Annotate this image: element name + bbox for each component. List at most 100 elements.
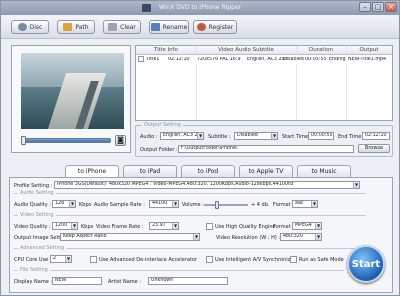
video-setting-legend: Video Setting xyxy=(18,212,56,218)
audio-format-label: Format : xyxy=(273,202,294,208)
col-video-audio-subtitle: Video Audio Subtitle xyxy=(218,47,274,53)
audio-quality-select[interactable]: 128 ▼ xyxy=(52,200,76,208)
frame-rate-select[interactable]: 23.97 ▼ xyxy=(149,222,179,230)
row-duration: 00:05:55 xyxy=(305,57,327,62)
seek-bar[interactable] xyxy=(21,138,111,143)
artist-name-input[interactable]: Unknown xyxy=(148,277,228,285)
clear-button[interactable]: Clear xyxy=(103,20,141,34)
end-time-input[interactable]: 02:12:10 xyxy=(362,132,390,140)
window-title: WinX DVD to iPhone Ripper xyxy=(158,4,242,11)
col-title-info: Title Info xyxy=(154,47,178,53)
row-checkbox[interactable] xyxy=(138,56,144,62)
tab-apple-tv[interactable]: to Apple TV xyxy=(239,165,293,177)
profile-label: Profile Setting : xyxy=(14,183,53,189)
sample-rate-select[interactable]: 44100 ▼ xyxy=(149,200,179,208)
path-label: Path xyxy=(75,23,89,31)
profile-tabs: to iPhone to iPad to iPod to Apple TV to… xyxy=(65,165,355,178)
frame-rate-label: Video Frame Rate : xyxy=(96,224,144,230)
safe-mode-label: Run as Safe Mode xyxy=(299,257,344,263)
volume-slider[interactable] xyxy=(204,204,248,206)
seek-thumb[interactable] xyxy=(21,136,26,145)
profile-value: iPhone 3GS(Default): 480x320 MPEG4 : Vid… xyxy=(57,182,294,187)
row-time: 02:12:10 xyxy=(168,57,190,62)
video-kbps-unit: Kbps xyxy=(81,224,94,230)
row-output: NEW-Title1.mp4 xyxy=(348,57,387,62)
app-window: WinX DVD to iPhone Ripper – □ × Disc Pat… xyxy=(0,0,400,296)
close-button[interactable]: × xyxy=(385,2,397,12)
table-row[interactable]: Title1 02:12:10 720x576 PAL 16:9 English… xyxy=(136,56,392,64)
row-subtitle: Disabled xyxy=(283,57,304,62)
sample-rate-label: Audio Sample Rate : xyxy=(94,202,145,208)
row-video: 720x576 PAL 16:9 xyxy=(197,57,241,62)
audio-format-select[interactable]: aac ▼ xyxy=(292,200,318,208)
volume-thumb[interactable] xyxy=(215,201,219,209)
start-time-label: Start Time : xyxy=(282,134,312,140)
safe-mode-checkbox[interactable] xyxy=(290,256,297,263)
audio-setting-legend: Audio Setting xyxy=(18,190,56,196)
video-format-label: Format : xyxy=(273,224,294,230)
cpu-core-label: CPU Core Use : xyxy=(14,257,52,263)
audio-quality-value: 128 xyxy=(55,201,65,206)
path-button[interactable]: Path xyxy=(57,20,95,34)
tab-ipad[interactable]: to iPad xyxy=(123,165,177,177)
av-sync-checkbox[interactable] xyxy=(206,256,213,263)
deinterlace-checkbox[interactable] xyxy=(90,256,97,263)
resolution-select[interactable]: 480:320 ▼ xyxy=(280,233,322,241)
disc-label: Disc xyxy=(29,23,43,31)
register-icon xyxy=(196,23,206,31)
audio-track-select[interactable]: English, AC3 2ch ▼ xyxy=(160,132,204,140)
subtitle-value: Disabled xyxy=(237,133,258,138)
col-duration: Duration xyxy=(309,47,333,53)
video-format-select[interactable]: MPEG4 ▼ xyxy=(292,222,322,230)
tab-ipod[interactable]: to iPod xyxy=(181,165,235,177)
pencil-icon xyxy=(150,23,160,31)
audio-kbps-unit: Kbps xyxy=(79,202,92,208)
output-folder-input[interactable]: F:\OutputFolder\iPhone\ xyxy=(178,145,354,153)
deinterlace-label: Use Advanced De-interlace Accelerator xyxy=(99,257,198,263)
advanced-setting-legend: Advanced Setting xyxy=(18,245,67,251)
snapshot-button[interactable]: ◙ xyxy=(115,135,126,146)
settings-panel: Profile Setting : iPhone 3GS(Default): 4… xyxy=(9,177,393,293)
output-setting-legend: Output Setting xyxy=(142,122,183,128)
eraser-icon xyxy=(108,23,118,31)
minimize-button[interactable]: – xyxy=(359,2,371,12)
subtitle-select[interactable]: Disabled ▼ xyxy=(234,132,278,140)
subtitle-label: Subtitle : xyxy=(208,134,231,140)
video-quality-label: Video Quality : xyxy=(14,224,51,230)
camera-icon: ◙ xyxy=(117,136,124,144)
video-quality-value: 1200 xyxy=(55,223,68,228)
artist-name-label: Artist Name : xyxy=(108,279,142,285)
title-list: Title Info Video Audio Subtitle Duration… xyxy=(135,45,393,121)
volume-label: Volume : xyxy=(182,202,204,208)
profile-select[interactable]: iPhone 3GS(Default): 480x320 MPEG4 : Vid… xyxy=(54,181,360,189)
video-frame xyxy=(21,53,124,129)
register-button[interactable]: Register xyxy=(193,20,237,34)
toolbar: Disc Path Clear Rename Register xyxy=(1,15,399,39)
clear-label: Clear xyxy=(120,23,136,31)
disc-icon xyxy=(17,23,27,31)
rename-label: Rename xyxy=(162,23,188,31)
high-quality-checkbox[interactable] xyxy=(206,223,213,230)
audio-quality-label: Audio Quality : xyxy=(14,202,51,208)
col-output: Output xyxy=(359,47,379,53)
output-folder-label: Output Folder : xyxy=(140,147,178,153)
resolution-label: Video Resolution (W : H) : xyxy=(216,235,281,241)
frame-rate-value: 23.97 xyxy=(152,223,166,228)
start-button[interactable]: Start xyxy=(347,245,385,283)
video-preview-panel: ◙ xyxy=(11,45,131,153)
high-quality-label: Use High Quality Engine xyxy=(215,224,276,230)
maximize-button[interactable]: □ xyxy=(372,2,384,12)
cpu-core-select[interactable]: 2 ▼ xyxy=(50,255,72,263)
title-bar: WinX DVD to iPhone Ripper – □ × xyxy=(1,1,399,15)
start-time-input[interactable]: 00:00:55 xyxy=(308,132,334,140)
rename-button[interactable]: Rename xyxy=(149,20,189,34)
audio-label: Audio : xyxy=(140,134,158,140)
end-time-label: End Time : xyxy=(338,134,365,140)
image-setting-select[interactable]: Keep Aspect Ratio ▼ xyxy=(60,233,200,241)
browse-button[interactable]: Browse xyxy=(358,144,390,153)
video-quality-select[interactable]: 1200 ▼ xyxy=(52,222,78,230)
av-sync-label: Use Intelligent A/V Synchronizer xyxy=(215,257,296,263)
display-name-input[interactable]: NEW xyxy=(52,277,102,285)
disc-button[interactable]: Disc xyxy=(11,20,49,34)
tab-music[interactable]: to Music xyxy=(297,165,351,177)
